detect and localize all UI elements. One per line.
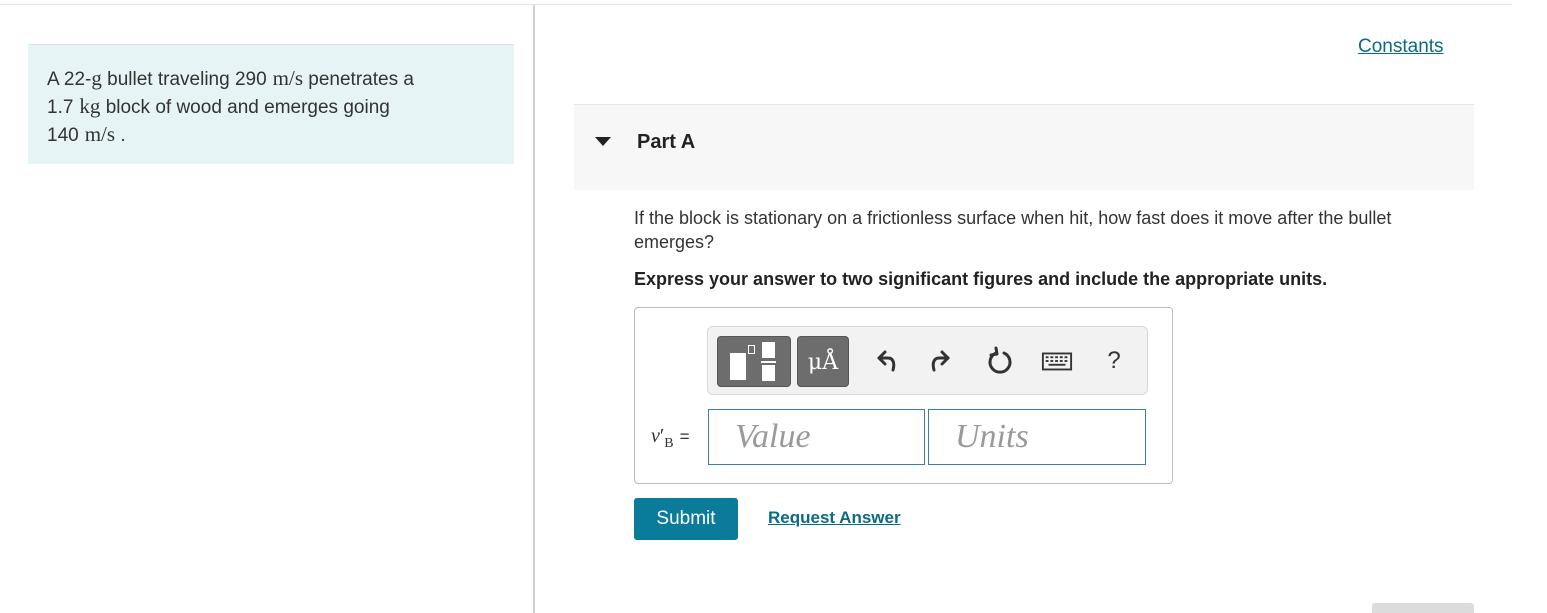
- help-icon[interactable]: ?: [1102, 345, 1126, 377]
- answer-box: μÅ ? v′B =: [634, 307, 1173, 484]
- request-answer-link[interactable]: Request Answer: [768, 508, 901, 528]
- next-button[interactable]: [1372, 603, 1474, 613]
- redo-icon[interactable]: [926, 345, 958, 377]
- variable-symbol: v: [651, 425, 660, 447]
- part-title: Part A: [637, 131, 696, 153]
- panel-divider: [533, 5, 535, 613]
- problem-statement: A 22-g bullet traveling 290 m/s penetrate…: [28, 44, 514, 164]
- problem-text: penetrates a: [303, 69, 414, 90]
- equals-sign: =: [679, 427, 690, 446]
- value-input[interactable]: [708, 409, 925, 465]
- instruction-text: Express your answer to two significant f…: [634, 269, 1328, 289]
- submit-button[interactable]: Submit: [634, 498, 738, 540]
- part-a-header[interactable]: Part A: [574, 104, 1474, 190]
- problem-text: bullet traveling 290: [101, 69, 267, 90]
- constants-link[interactable]: Constants: [1358, 36, 1444, 58]
- problem-unit: m/s: [84, 122, 116, 146]
- reset-icon[interactable]: [984, 345, 1016, 377]
- units-button[interactable]: μÅ: [797, 336, 849, 387]
- problem-text: .: [115, 125, 126, 146]
- problem-unit: g: [91, 66, 102, 90]
- problem-text: 140: [47, 125, 79, 146]
- templates-button[interactable]: [717, 336, 791, 387]
- problem-text: 1.7: [47, 97, 74, 118]
- answer-variable-label: v′B =: [651, 425, 690, 452]
- undo-icon[interactable]: [869, 345, 901, 377]
- problem-unit: m/s: [272, 66, 303, 90]
- problem-unit: kg: [79, 94, 101, 118]
- caret-down-icon[interactable]: [595, 137, 611, 146]
- problem-text: block of wood and emerges going: [100, 97, 390, 118]
- templates-icon: [730, 353, 746, 380]
- math-toolbar: μÅ ?: [707, 326, 1148, 395]
- question-text: If the block is stationary on a friction…: [634, 208, 1392, 252]
- units-input[interactable]: [928, 409, 1146, 465]
- problem-text: A 22-: [47, 69, 92, 90]
- keyboard-icon[interactable]: [1041, 345, 1075, 377]
- variable-subscript: B: [664, 436, 674, 451]
- top-rule: [0, 4, 1512, 5]
